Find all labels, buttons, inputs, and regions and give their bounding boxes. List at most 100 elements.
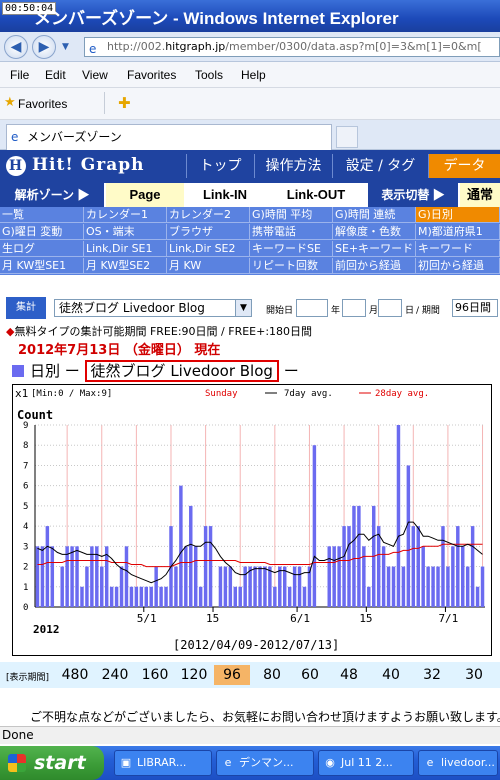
report-menu-item[interactable]: キーワード — [416, 241, 500, 257]
favorites-star-icon[interactable]: ★ — [4, 95, 16, 110]
data-bar — [119, 566, 124, 607]
period-input[interactable]: 96日間 — [452, 299, 498, 317]
chevron-down-icon[interactable]: ▼ — [235, 300, 251, 316]
favorites-label[interactable]: Favorites — [18, 97, 67, 111]
report-menu-item[interactable]: OS・端末 — [84, 224, 167, 240]
period-option[interactable]: 30 — [456, 665, 492, 685]
nav-settings[interactable]: 設定 / タグ — [332, 154, 428, 178]
taskbar-item[interactable]: e デンマン... — [216, 750, 314, 776]
report-menu-item[interactable]: 前回から経過 — [333, 258, 416, 274]
report-menu-item[interactable]: 携帯電話 — [250, 224, 333, 240]
display-period-bar: [表示期間] 480 240 160 120 96 80 60 48 40 32 30 — [0, 662, 500, 688]
daily-chart-svg: 0 1 2 3 4 5 6 7 8 9 5/1 15 6/1 15 7/1 2012 [2012/04/09-2… — [15, 387, 485, 652]
tab-members-zone[interactable]: e メンバーズゾーン — [6, 124, 332, 150]
data-bar — [208, 526, 213, 607]
add-favorite-icon[interactable]: ✚ — [118, 94, 131, 112]
display-normal[interactable]: 通常 — [460, 183, 500, 207]
y-tick-label: 2 — [23, 563, 28, 573]
report-menu-item[interactable]: Link,Dir SE1 — [84, 241, 167, 257]
minmax-label: [Min:0 / Max:9] — [31, 389, 112, 399]
taskbar-item[interactable]: e livedoor... — [418, 750, 498, 776]
tab-link-out[interactable]: Link-OUT — [266, 183, 366, 207]
url-input[interactable]: e http://002.hitgraph.jp/member/0300/dat… — [84, 37, 500, 57]
data-bar — [134, 586, 139, 607]
data-bar — [431, 566, 435, 607]
report-menu-item[interactable]: 一覧 — [0, 207, 84, 223]
site-select[interactable]: 徒然ブログ Livedoor Blog ▼ — [54, 299, 252, 317]
data-bar — [40, 546, 45, 607]
data-bar — [139, 586, 144, 607]
period-option[interactable]: 48 — [331, 665, 367, 685]
hitgraph-logo[interactable]: H Hit! Graph — [6, 155, 145, 176]
period-option[interactable]: 480 — [57, 665, 93, 685]
favorites-bar: ★ Favorites ✚ — [0, 88, 500, 120]
data-bar — [90, 546, 94, 607]
period-option[interactable]: 60 — [292, 665, 328, 685]
report-menu-item[interactable]: ブラウザ — [167, 224, 250, 240]
data-bar — [406, 465, 411, 607]
report-menu-item[interactable]: M)都道府県1 — [416, 224, 500, 240]
data-bar — [85, 566, 89, 607]
data-bar — [297, 566, 302, 607]
section-prefix: 日別 ー — [30, 362, 85, 380]
menu-help[interactable]: Help — [241, 68, 266, 82]
start-year-input[interactable] — [296, 299, 328, 317]
menu-tools[interactable]: Tools — [195, 68, 223, 82]
report-menu-item[interactable]: G)時間 平均 — [250, 207, 333, 223]
start-day-input[interactable] — [378, 299, 402, 317]
display-switch-label: 表示切替 ▶ — [368, 183, 458, 207]
report-menu-item[interactable]: 初回から経過 — [416, 258, 500, 274]
start-button[interactable]: start — [0, 746, 104, 780]
menu-edit[interactable]: Edit — [45, 68, 66, 82]
start-month-input[interactable] — [342, 299, 366, 317]
nav-data[interactable]: データ — [428, 154, 500, 178]
data-bar — [263, 566, 267, 607]
window-titlebar[interactable]: 00:50:04 メンバーズゾーン - Windows Internet Exp… — [0, 0, 500, 32]
period-option[interactable]: 120 — [176, 665, 212, 685]
taskbar-item-label: デンマン... — [239, 756, 294, 769]
taskbar-item[interactable]: ▣ LIBRAR... — [114, 750, 212, 776]
report-menu-item[interactable]: SE+キーワード — [333, 241, 416, 257]
new-tab-button[interactable] — [336, 126, 358, 148]
menu-view[interactable]: View — [82, 68, 108, 82]
report-menu-item[interactable]: G)曜日 変動 — [0, 224, 84, 240]
forward-button[interactable]: ▶ — [32, 35, 56, 59]
report-menu-item[interactable]: Link,Dir SE2 — [167, 241, 250, 257]
report-menu-item[interactable]: 月 KW — [167, 258, 250, 274]
report-menu-item[interactable]: 月 KW型SE2 — [84, 258, 167, 274]
report-menu-item[interactable]: G)日別 — [416, 207, 500, 223]
nav-howto[interactable]: 操作方法 — [254, 154, 332, 178]
menu-file[interactable]: File — [10, 68, 29, 82]
report-menu-item[interactable]: リピート回数 — [250, 258, 333, 274]
data-bar — [179, 485, 183, 607]
legend-sunday: Sunday — [205, 389, 238, 399]
back-button[interactable]: ◀ — [4, 35, 28, 59]
report-menu-item[interactable]: カレンダー2 — [167, 207, 250, 223]
y-tick-label: 0 — [23, 603, 28, 613]
period-option[interactable]: 40 — [373, 665, 409, 685]
period-option[interactable]: 80 — [254, 665, 290, 685]
report-menu-item[interactable]: 月 KW型SE1 — [0, 258, 84, 274]
period-option[interactable]: 160 — [137, 665, 173, 685]
taskbar-item[interactable]: ◉ Jul 11 2... — [318, 750, 414, 776]
tab-page[interactable]: Page — [106, 183, 184, 207]
report-menu-item[interactable]: 解像度・色数 — [333, 224, 416, 240]
data-bar — [75, 546, 79, 607]
tab-link-in[interactable]: Link-IN — [186, 183, 264, 207]
data-bar — [114, 586, 119, 607]
data-bar — [149, 586, 153, 607]
report-menu-item[interactable]: キーワードSE — [250, 241, 333, 257]
report-menu-item[interactable]: G)時間 連続 — [333, 207, 416, 223]
history-dropdown-icon[interactable]: ▼ — [62, 42, 69, 52]
data-bar — [446, 566, 450, 607]
nav-top[interactable]: トップ — [186, 154, 254, 178]
period-option[interactable]: 32 — [414, 665, 450, 685]
period-option[interactable]: 96 — [214, 665, 250, 685]
report-menu-item[interactable]: 生ログ — [0, 241, 84, 257]
data-bar — [159, 586, 163, 607]
address-bar: ◀ ▶ ▼ e http://002.hitgraph.jp/member/03… — [0, 32, 500, 62]
aggregate-button[interactable]: 集計 — [6, 297, 46, 319]
period-option[interactable]: 240 — [97, 665, 133, 685]
report-menu-item[interactable]: カレンダー1 — [84, 207, 167, 223]
menu-favorites[interactable]: Favorites — [127, 68, 176, 82]
